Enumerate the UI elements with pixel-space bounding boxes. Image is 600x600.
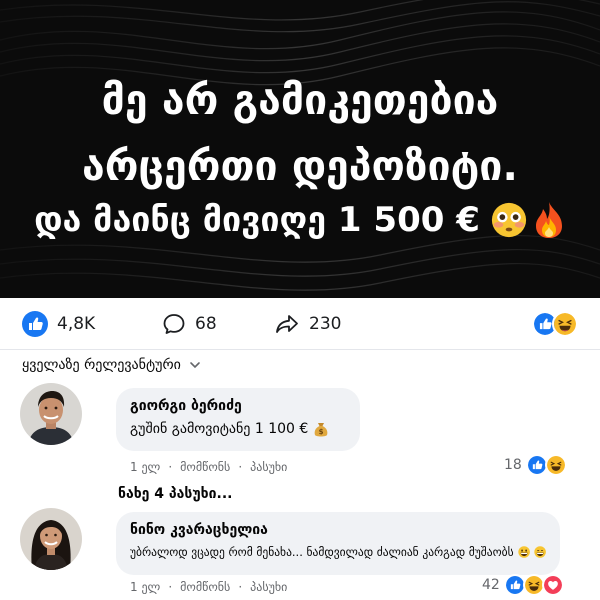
comment-bubble: გიორგი ბერიძე გუშინ გამოვიტანე 1 100 € $ [116,388,360,451]
reply-link[interactable]: პასუხი [250,580,287,594]
shares-count-text: 230 [309,313,342,334]
comment-time[interactable]: 1 ელ [130,580,160,594]
svg-text:$: $ [319,428,324,436]
reaction-count: 18 [504,457,522,473]
reaction-count: 42 [482,577,500,593]
share-arrow-icon [276,314,298,333]
like-link[interactable]: მომწონს [180,460,230,474]
chevron-down-icon [190,362,200,369]
separator-dot: · [168,580,173,594]
reaction-summary[interactable] [532,311,578,337]
likes-count-text: 4,8K [57,313,96,334]
grinning-face-icon [534,546,546,558]
avatar[interactable] [20,508,82,570]
separator-dot: · [168,460,173,474]
comment-meta: 1 ელ · მომწონს · პასუხი [130,580,287,594]
fire-icon [535,202,562,238]
comments-count-text: 68 [195,313,217,334]
comment-author[interactable]: ნინო კვარაცხელია [130,522,546,538]
comment-author[interactable]: გიორგი ბერიძე [130,398,346,414]
post-stats-bar: 4,8K 68 230 [0,298,600,350]
love-reaction-icon [541,574,564,596]
sort-label: ყველაზე რელევანტური [22,357,181,373]
hero-line-2: არცერთი დეპოზიტი. [82,142,518,190]
money-bag-icon: $ [314,423,328,437]
avatar[interactable] [20,383,82,445]
likes-count[interactable]: 4,8K [22,310,140,337]
flushed-face-icon [491,202,527,238]
comment-meta: 1 ელ · მომწონს · პასუხი [130,460,287,474]
like-link[interactable]: მომწონს [180,580,230,594]
comment-reactions[interactable]: 18 [504,454,567,476]
view-replies-link[interactable]: ნახე 4 პასუხი... [118,486,232,502]
hero-banner: მე არ გამიკეთებია არცერთი დეპოზიტი. და მ… [0,0,600,298]
comment-bubble: ნინო კვარაცხელია უბრალოდ ვცადე რომ მენახ… [116,512,560,575]
separator-dot: · [238,580,243,594]
grinning-face-icon [517,546,530,558]
hero-line-3-text: და მაინც მივიღე 1 500 € [34,200,480,240]
shares-count[interactable]: 230 [274,312,341,336]
haha-reaction-icon [544,454,567,476]
haha-reaction-icon [552,311,578,337]
comment-text-content: უბრალოდ ვცადე რომ მენახა... ნამდვილად ძა… [130,545,514,559]
comment-sort-dropdown[interactable]: ყველაზე რელევანტური [22,357,201,373]
hero-line-1: მე არ გამიკეთებია [101,76,499,124]
comment-text: გუშინ გამოვიტანე 1 100 € $ [130,420,346,438]
separator-dot: · [238,460,243,474]
hero-line-3: და მაინც მივიღე 1 500 € [0,200,600,240]
avatar-woman-photo [20,508,82,570]
comment-time[interactable]: 1 ელ [130,460,160,474]
comments-count[interactable]: 68 [162,312,274,336]
comment-text: უბრალოდ ვცადე რომ მენახა... ნამდვილად ძა… [130,544,546,560]
comment-reactions[interactable]: 42 [482,574,564,596]
comment-text-content: გუშინ გამოვიტანე 1 100 € [130,421,309,437]
reply-link[interactable]: პასუხი [250,460,287,474]
like-reaction-icon [22,310,48,337]
comment-bubble-icon [163,313,185,334]
avatar-man-photo [20,383,82,445]
